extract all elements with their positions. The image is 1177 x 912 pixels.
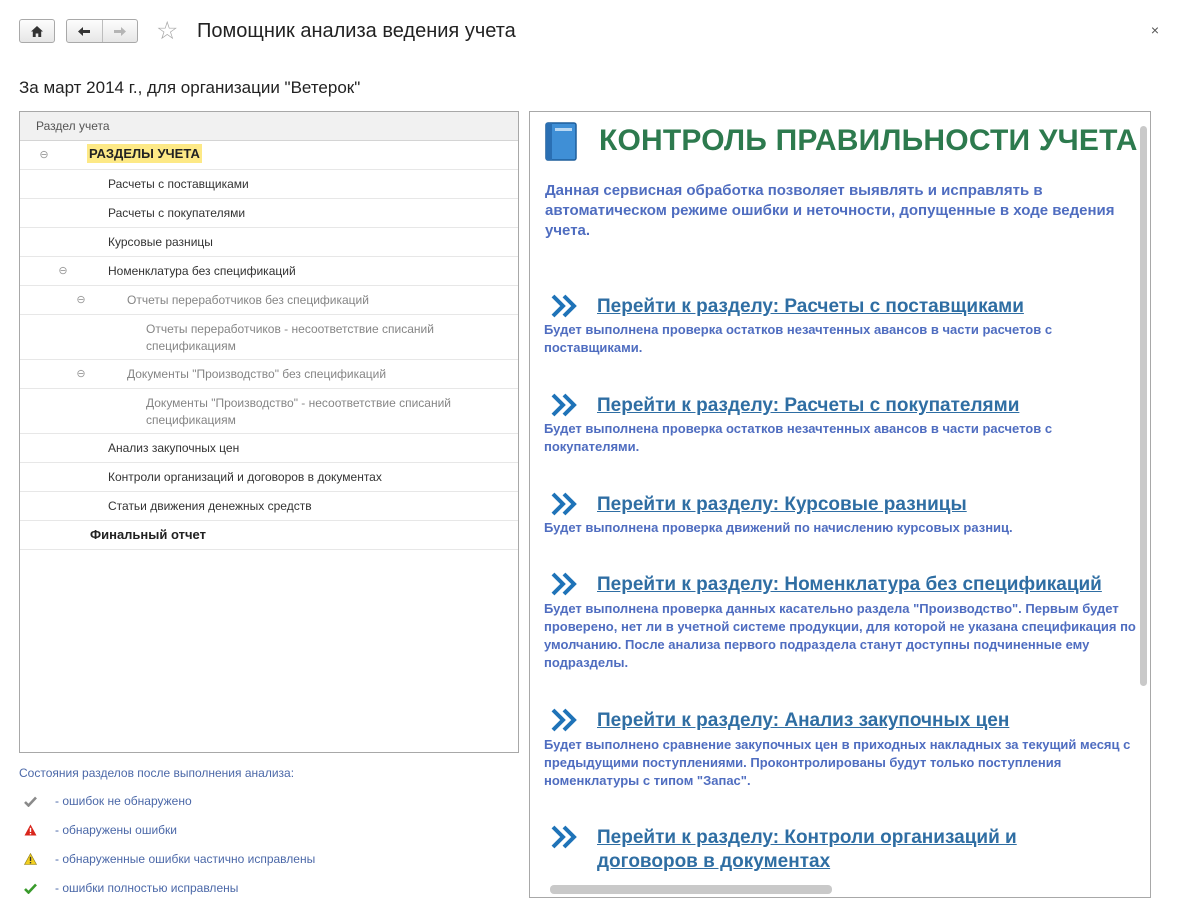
link-purchase-prices[interactable]: Перейти к разделу: Анализ закупочных цен [597,709,1009,733]
double-chevron-icon [551,708,577,732]
tree-row-customers[interactable]: Расчеты с покупателями [20,199,518,228]
tree-item-label: Анализ закупочных цен [108,441,240,455]
tree-item-label: Финальный отчет [90,527,206,542]
section-description: Будет выполнено сравнение закупочных цен… [544,737,1131,788]
link-suppliers[interactable]: Перейти к разделу: Расчеты с поставщикам… [597,295,1024,319]
tree-item-label: Документы "Производство" - несоответстви… [146,396,451,427]
back-button[interactable] [67,20,103,42]
check-green-icon [23,881,37,895]
tree-row-processor-reports[interactable]: ⊖ Отчеты переработчиков без спецификаций [20,286,518,315]
legend-item: - ошибки полностью исправлены [23,881,238,895]
forward-button[interactable] [103,20,138,42]
section-description: Будет выполнена проверка остатков незачт… [544,421,1053,454]
tree-item-label: Отчеты переработчиков - несоответствие с… [146,322,434,353]
double-chevron-icon [551,393,577,417]
home-button[interactable] [19,19,55,43]
link-customers[interactable]: Перейти к разделу: Расчеты с покупателям… [597,394,1019,418]
tree-row-purchase-prices[interactable]: Анализ закупочных цен [20,434,518,463]
panel-intro: Данная сервисная обработка позволяет выя… [545,182,1115,239]
info-content: КОНТРОЛЬ ПРАВИЛЬНОСТИ УЧЕТА Данная серви… [530,112,1138,884]
legend-label: - обнаруженные ошибки частично исправлен… [55,852,316,866]
warning-yellow-icon [23,852,37,866]
vertical-scrollbar[interactable] [1140,126,1147,686]
window-title: Помощник анализа ведения учета [197,20,516,42]
panel-title: КОНТРОЛЬ ПРАВИЛЬНОСТИ УЧЕТА [599,124,1138,157]
legend-item: - ошибок не обнаружено [23,794,192,808]
tree-item-label: Номенклатура без спецификаций [108,264,296,278]
tree-item-label: Статьи движения денежных средств [108,499,312,513]
tree-row-final-report[interactable]: Финальный отчет [20,521,518,550]
tree-row-cash-flow[interactable]: Статьи движения денежных средств [20,492,518,521]
double-chevron-icon [551,492,577,516]
link-org-contracts[interactable]: Перейти к разделу: Контроли организаций … [597,826,1057,874]
legend-title: Состояния разделов после выполнения анал… [19,766,295,780]
info-panel: КОНТРОЛЬ ПРАВИЛЬНОСТИ УЧЕТА Данная серви… [529,111,1151,898]
link-exchange-differences[interactable]: Перейти к разделу: Курсовые разницы [597,493,967,517]
tree-item-label: Документы "Производство" без спецификаци… [127,367,387,381]
arrow-right-icon [113,26,126,36]
tree-item-label: Расчеты с покупателями [108,206,246,220]
tree-item-label: Расчеты с поставщиками [108,177,249,191]
tree-row-nomenclature[interactable]: ⊖ Номенклатура без спецификаций [20,257,518,286]
legend-item: - обнаружены ошибки [23,823,177,837]
legend-label: - обнаружены ошибки [55,823,177,837]
double-chevron-icon [551,572,577,596]
tree-column-header[interactable]: Раздел учета [20,112,518,141]
section-description: Будет выполнена проверка остатков незачт… [544,322,1053,355]
collapse-icon[interactable]: ⊖ [76,294,86,306]
horizontal-scrollbar[interactable] [550,885,832,894]
section-description: Будет выполнена проверка данных касатель… [544,601,1136,670]
legend-label: - ошибок не обнаружено [55,794,192,808]
tree-item-label: РАЗДЕЛЫ УЧЕТА [87,144,202,163]
close-button[interactable]: × [1151,22,1159,38]
tree-item-label: Отчеты переработчиков без спецификаций [127,293,369,307]
tree-item-label: Контроли организаций и договоров в докум… [108,470,382,484]
book-icon [545,122,577,161]
legend-label: - ошибки полностью исправлены [55,881,239,895]
legend-item: - обнаруженные ошибки частично исправлен… [23,852,315,866]
collapse-icon[interactable]: ⊖ [39,149,49,161]
tree-row-suppliers[interactable]: Расчеты с поставщиками [20,170,518,199]
favorite-star-icon[interactable]: ☆ [156,18,178,44]
home-icon [31,25,43,37]
tree-row-root[interactable]: ⊖ РАЗДЕЛЫ УЧЕТА [20,141,518,170]
tree-row-org-contracts[interactable]: Контроли организаций и договоров в докум… [20,463,518,492]
tree-item-label: Курсовые разницы [108,235,213,249]
link-nomenclature[interactable]: Перейти к разделу: Номенклатура без спец… [597,573,1102,597]
tree-row-production-docs[interactable]: ⊖ Документы "Производство" без специфика… [20,360,518,389]
double-chevron-icon [551,294,577,318]
collapse-icon[interactable]: ⊖ [76,368,86,380]
sections-tree: Раздел учета ⊖ РАЗДЕЛЫ УЧЕТА Расчеты с п… [19,111,519,753]
double-chevron-icon [551,825,577,849]
tree-row-processor-mismatch[interactable]: Отчеты переработчиков - несоответствие с… [20,315,518,360]
warning-red-icon [23,823,37,837]
navigation-buttons [66,19,138,43]
check-grey-icon [23,794,37,808]
tree-row-production-mismatch[interactable]: Документы "Производство" - несоответстви… [20,389,518,434]
arrow-left-icon [78,26,91,36]
collapse-icon[interactable]: ⊖ [58,265,68,277]
section-description: Будет выполнена проверка движений по нач… [544,520,1013,535]
tree-row-exchange[interactable]: Курсовые разницы [20,228,518,257]
period-subtitle: За март 2014 г., для организации "Ветеро… [19,78,361,97]
